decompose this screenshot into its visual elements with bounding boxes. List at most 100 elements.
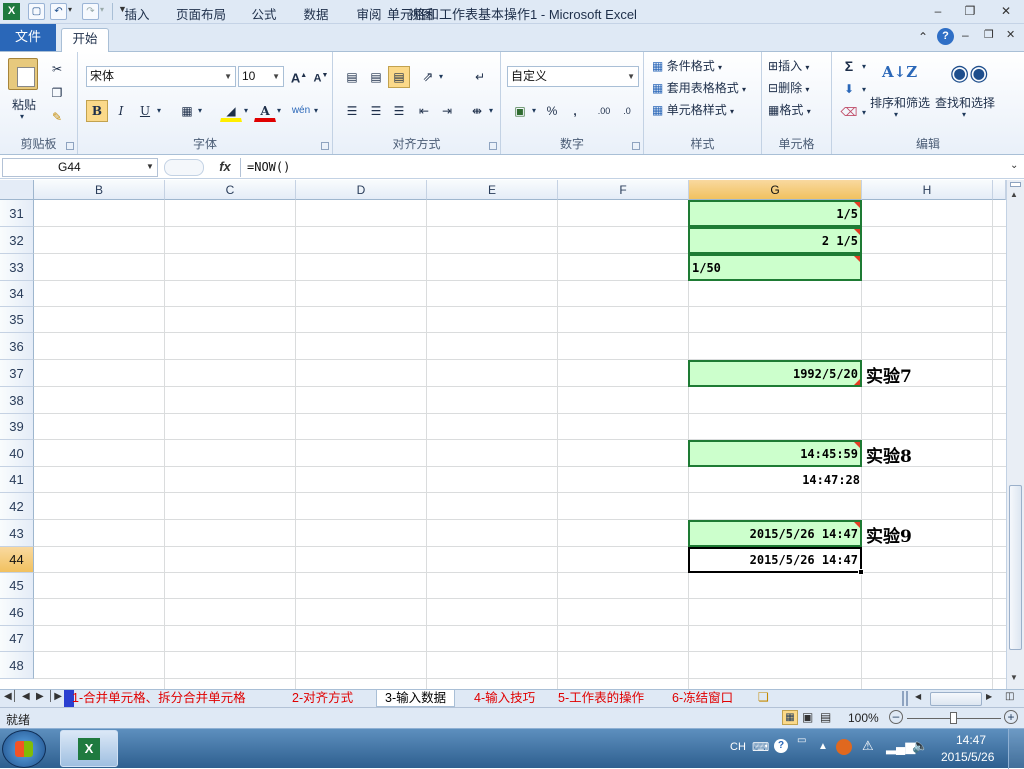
- split-box[interactable]: [1010, 182, 1021, 187]
- cell-styles-button[interactable]: ▦ 单元格样式 ▾: [652, 101, 734, 118]
- row-header[interactable]: 47: [0, 626, 34, 652]
- align-middle-icon[interactable]: ▤: [365, 66, 387, 88]
- row-header[interactable]: 34: [0, 281, 34, 307]
- network-warning-icon[interactable]: ⚠: [862, 738, 874, 754]
- tab-home[interactable]: 开始: [61, 28, 109, 52]
- formula-input[interactable]: =NOW(): [240, 158, 1010, 177]
- row-header[interactable]: 36: [0, 333, 34, 360]
- tab-page-layout[interactable]: 页面布局: [170, 5, 232, 27]
- first-sheet-icon[interactable]: ◀│: [4, 691, 18, 702]
- minimize-button[interactable]: –: [925, 2, 951, 20]
- bold-button[interactable]: B: [86, 100, 108, 122]
- increase-decimal-icon[interactable]: .00: [593, 100, 615, 122]
- scroll-up-icon[interactable]: ▲: [1010, 190, 1018, 199]
- delete-cells-button[interactable]: ⊟删除 ▾: [768, 79, 809, 96]
- format-cells-button[interactable]: ▦格式 ▾: [768, 101, 811, 118]
- row-header[interactable]: 43: [0, 520, 34, 547]
- show-hidden-icons[interactable]: ▲: [818, 741, 828, 752]
- shrink-font-icon[interactable]: A▼: [310, 65, 332, 87]
- phonetic-dropdown-icon[interactable]: ▾: [314, 106, 318, 115]
- show-desktop-button[interactable]: [1008, 729, 1024, 769]
- prev-sheet-icon[interactable]: ◀: [22, 691, 30, 702]
- row-header[interactable]: 33: [0, 254, 34, 281]
- clear-dropdown-icon[interactable]: ▾: [862, 108, 866, 117]
- cell-g43[interactable]: 2015/5/26 14:47: [688, 520, 862, 547]
- cell-g41[interactable]: 14:47:28: [688, 467, 862, 493]
- ime-help-icon[interactable]: ?: [774, 739, 788, 753]
- percent-icon[interactable]: %: [541, 100, 563, 122]
- borders-icon[interactable]: ▦: [176, 100, 198, 122]
- align-left-icon[interactable]: ☰: [341, 100, 363, 122]
- taskbar-excel-button[interactable]: X: [60, 730, 118, 767]
- column-header-partial[interactable]: [993, 180, 1006, 200]
- find-select-label[interactable]: 查找和选择: [935, 94, 995, 111]
- clock-time[interactable]: 14:47: [956, 733, 986, 747]
- increase-indent-icon[interactable]: ⇥: [436, 100, 458, 122]
- tab-review[interactable]: 审阅: [350, 5, 388, 27]
- tab-data[interactable]: 数据: [297, 5, 335, 27]
- font-launcher-icon[interactable]: [321, 142, 329, 150]
- sort-filter-label[interactable]: 排序和筛选: [870, 94, 930, 111]
- keyboard-icon[interactable]: ⌨: [752, 740, 769, 754]
- cell-g37[interactable]: 1992/5/20: [688, 360, 862, 387]
- phonetic-icon[interactable]: wén: [290, 100, 312, 122]
- sheet-tab-6[interactable]: 6-冻结窗口: [664, 690, 741, 707]
- cell-g31[interactable]: 1/5: [688, 200, 862, 227]
- insert-function-button[interactable]: fx: [212, 158, 238, 177]
- doc-restore-icon[interactable]: ❐: [984, 28, 994, 41]
- help-icon[interactable]: ?: [937, 28, 954, 45]
- tab-formulas[interactable]: 公式: [245, 5, 283, 27]
- last-sheet-icon[interactable]: │▶: [48, 691, 62, 702]
- cell-g33[interactable]: 1/50: [688, 254, 862, 281]
- row-header[interactable]: 48: [0, 652, 34, 679]
- paste-dropdown-icon[interactable]: ▾: [20, 112, 24, 121]
- scroll-down-icon[interactable]: ▼: [1010, 673, 1018, 682]
- find-dropdown-icon[interactable]: ▾: [962, 110, 966, 119]
- minimize-ribbon-icon[interactable]: ⌃: [918, 30, 928, 44]
- cut-icon[interactable]: ✂: [46, 58, 68, 80]
- column-header[interactable]: B: [34, 180, 165, 200]
- font-name-select[interactable]: 宋体 ▼: [86, 66, 236, 87]
- ime-options-icon[interactable]: ▭: [797, 735, 806, 746]
- paste-label[interactable]: 粘贴: [12, 96, 36, 113]
- accounting-format-icon[interactable]: ▣: [509, 100, 531, 122]
- worksheet-grid[interactable]: B C D E F G H 31 32 33 34 35 36 37 38 39…: [0, 180, 1006, 689]
- font-color-dropdown-icon[interactable]: ▾: [277, 106, 281, 115]
- tab-split-handle[interactable]: [902, 691, 908, 706]
- fill-color-icon[interactable]: ◢: [220, 100, 242, 122]
- row-header[interactable]: 42: [0, 493, 34, 520]
- decrease-decimal-icon[interactable]: .0: [616, 100, 638, 122]
- align-right-icon[interactable]: ☰: [388, 100, 410, 122]
- sort-filter-icon[interactable]: A↓Z: [882, 56, 917, 90]
- start-button[interactable]: [2, 730, 46, 768]
- row-header[interactable]: 37: [0, 360, 34, 387]
- scroll-thumb[interactable]: [1009, 485, 1022, 650]
- alignment-launcher-icon[interactable]: [489, 142, 497, 150]
- row-header[interactable]: 39: [0, 414, 34, 440]
- align-top-icon[interactable]: ▤: [341, 66, 363, 88]
- split-horizontal-icon[interactable]: ◫: [1005, 691, 1014, 702]
- row-header[interactable]: 45: [0, 573, 34, 599]
- vertical-scrollbar[interactable]: ▲ ▼: [1006, 180, 1024, 689]
- page-break-view-icon[interactable]: ▤: [820, 710, 831, 724]
- underline-button[interactable]: U: [134, 100, 156, 122]
- restore-button[interactable]: ❐: [957, 2, 983, 20]
- format-painter-icon[interactable]: ✎: [46, 106, 68, 128]
- find-binoculars-icon[interactable]: ◉◉: [950, 58, 988, 88]
- sheet-tab-2[interactable]: 2-对齐方式: [284, 690, 361, 707]
- copy-icon[interactable]: ❐: [46, 82, 68, 104]
- security-tray-icon[interactable]: [836, 739, 852, 755]
- normal-view-icon[interactable]: ▦: [782, 710, 798, 725]
- horizontal-scroll-thumb[interactable]: [930, 692, 982, 706]
- number-format-select[interactable]: 自定义 ▼: [507, 66, 639, 87]
- insert-sheet-icon[interactable]: ❏: [758, 690, 769, 704]
- font-size-select[interactable]: 10 ▼: [238, 66, 284, 87]
- language-indicator[interactable]: CH: [730, 741, 746, 753]
- align-bottom-icon[interactable]: ▤: [388, 66, 410, 88]
- close-button[interactable]: ✕: [993, 2, 1019, 20]
- scroll-right-icon[interactable]: ▶: [986, 692, 992, 701]
- zoom-level[interactable]: 100%: [848, 711, 879, 725]
- number-launcher-icon[interactable]: [632, 142, 640, 150]
- autosum-dropdown-icon[interactable]: ▾: [862, 62, 866, 71]
- align-center-icon[interactable]: ☰: [365, 100, 387, 122]
